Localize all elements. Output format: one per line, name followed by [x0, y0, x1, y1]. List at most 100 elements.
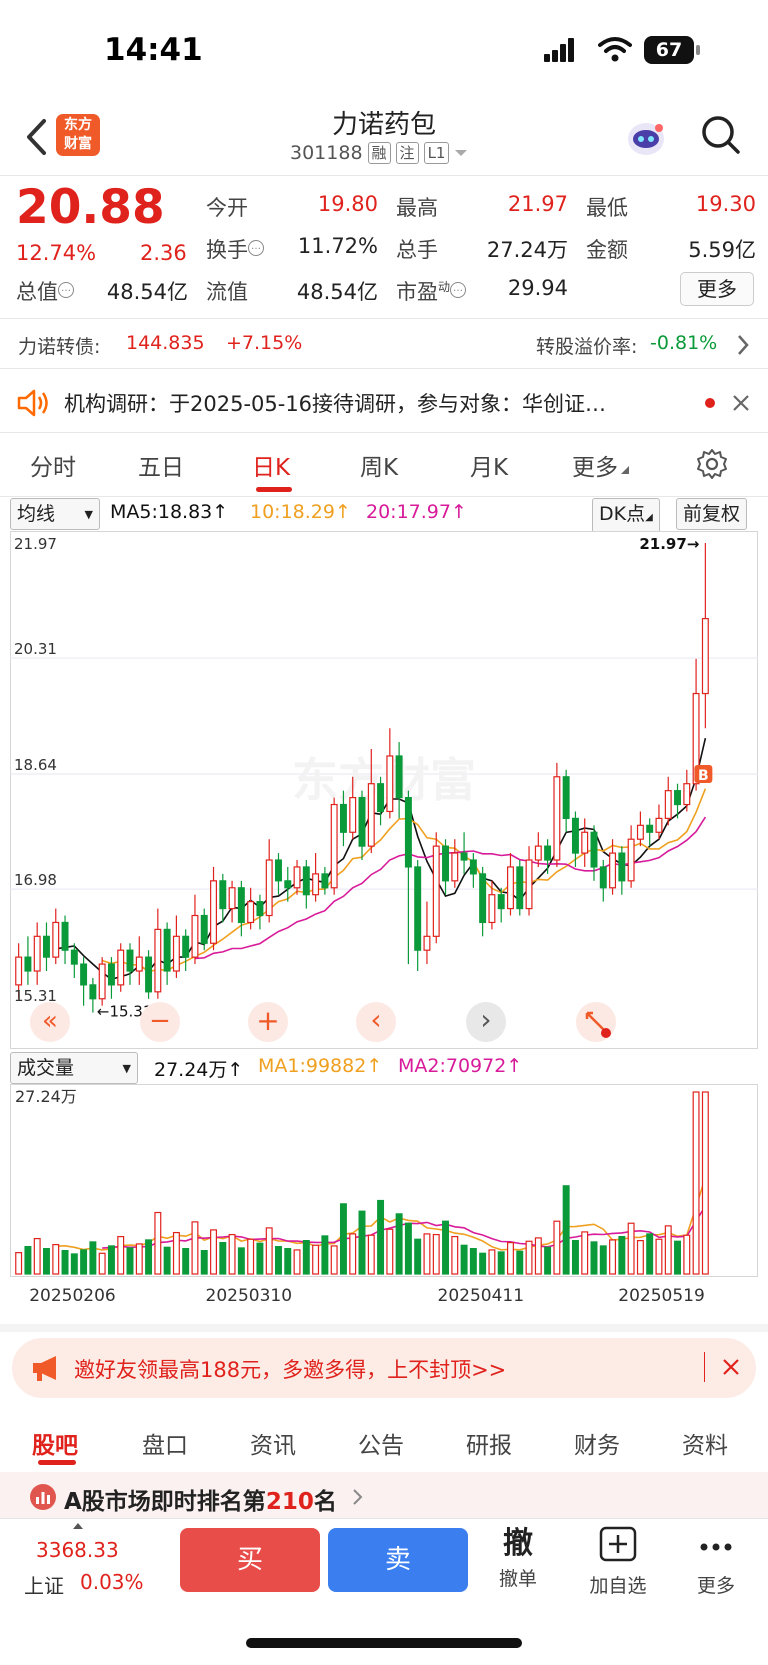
float-cap-value: 48.54亿 [296, 280, 378, 304]
volume-chart[interactable]: 27.24万 20250206 20250310 20250411 20250519 [10, 1084, 758, 1324]
battery-level: 67 [655, 39, 683, 61]
candle-down [61, 921, 69, 951]
candle-down [70, 949, 78, 965]
candle-up [581, 831, 589, 854]
fullscreen-icon[interactable] [576, 1002, 616, 1042]
cellular-signal-icon [544, 38, 574, 62]
adjust-button[interactable]: 前复权 [676, 498, 748, 530]
candle-down [395, 755, 403, 799]
volume-bar-down [302, 1239, 310, 1275]
candle-up [507, 866, 514, 910]
tab-pankou[interactable]: 盘口 [142, 1426, 188, 1460]
candle [117, 943, 125, 992]
turnover-label[interactable]: 换手… [206, 234, 264, 264]
tab-more[interactable]: 更多 [572, 448, 630, 482]
tab-weekly-k[interactable]: 周K [360, 448, 398, 482]
close-icon[interactable] [722, 1358, 740, 1376]
market-cap-label[interactable]: 总值… [16, 276, 74, 306]
candle-up [488, 894, 496, 924]
notice-row[interactable]: 机构调研：于2025-05-16接待调研，参与对象：华创证… [0, 374, 768, 432]
cancel-order-button[interactable]: 撤 撤单 [488, 1524, 548, 1591]
tab-monthly-k[interactable]: 月K [470, 448, 508, 482]
gear-icon[interactable] [696, 448, 728, 480]
indicator-select[interactable]: 均线 ▼ [10, 498, 100, 530]
volume-bar-down [145, 1239, 153, 1275]
high-value: 21.97 [507, 192, 568, 216]
volume-bar-down [590, 1241, 598, 1275]
tab-finance[interactable]: 财务 [574, 1426, 620, 1460]
low-value: 19.30 [695, 192, 756, 216]
tab-five-day[interactable]: 五日 [138, 448, 184, 482]
index-change: 0.03% [80, 1570, 144, 1594]
zoom-in-button[interactable]: + [248, 1002, 288, 1042]
search-icon[interactable] [700, 114, 742, 156]
volume-bar-down [377, 1199, 385, 1275]
scroll-to-start-button[interactable]: « [30, 1002, 70, 1042]
candle-up [701, 618, 709, 695]
chart-tabs: 分时 五日 日K 周K 月K 更多 [0, 434, 768, 496]
sell-button[interactable]: 卖 [328, 1528, 468, 1592]
open-value: 19.80 [317, 192, 378, 216]
zoom-out-button[interactable]: − [140, 1002, 180, 1042]
candle-up [423, 935, 431, 951]
convertible-divider [0, 368, 768, 369]
convertible-change: +7.15% [226, 332, 303, 354]
candle-down [377, 783, 385, 813]
candle-up [609, 852, 617, 889]
candle-up [636, 824, 644, 840]
quote-more-button[interactable]: 更多 [680, 272, 754, 306]
promo-separator [704, 1352, 705, 1382]
kline-chart[interactable]: 东方财富 21.9720.3118.6416.9815.3121.97→←15.… [10, 531, 758, 1049]
add-watchlist-button[interactable]: 加自选 [578, 1526, 658, 1598]
volume-bar-up [451, 1235, 459, 1275]
tab-more-label: 更多 [572, 455, 618, 481]
candle [145, 950, 153, 999]
buy-button[interactable]: 买 [180, 1528, 320, 1592]
change-amount: 2.36 [140, 241, 187, 265]
dk-point-button[interactable]: DK点◢ [592, 498, 660, 534]
volume-indicator-label: 成交量 [17, 1057, 75, 1079]
tab-news[interactable]: 资讯 [250, 1426, 296, 1460]
candle-up [228, 887, 236, 910]
ma20-value: 20:17.97↑ [366, 501, 467, 523]
chevron-right-icon [353, 1489, 363, 1505]
volume-bar-down [460, 1244, 468, 1275]
volume-bar-up [191, 1221, 199, 1275]
ranking-prefix: A股市场即时排名第 [64, 1489, 266, 1515]
stock-code-row[interactable]: 301188 融 注 L1 [290, 142, 468, 164]
dropdown-caret-icon [455, 150, 468, 156]
robot-assistant-icon[interactable] [624, 116, 668, 160]
pe-label[interactable]: 市盈动… [396, 276, 467, 306]
candle-down [590, 831, 598, 868]
close-icon[interactable] [732, 394, 750, 412]
convertible-row[interactable]: 力诺转债: 144.835 +7.15% 转股溢价率: -0.81% [0, 318, 768, 368]
tab-profile[interactable]: 资料 [682, 1426, 728, 1460]
ranking-row[interactable]: A股市场即时排名第210名 [0, 1472, 768, 1518]
footer-more-button[interactable]: 更多 [686, 1532, 746, 1598]
volume-bar-down [256, 1242, 264, 1275]
volume-bar-up [432, 1233, 440, 1275]
promo-banner[interactable]: 邀好友领最高188元，多邀多得，上不封顶>> [12, 1338, 756, 1398]
volume-indicator-select[interactable]: 成交量 ▼ [10, 1052, 138, 1084]
content-tabs: 股吧 盘口 资讯 公告 研报 财务 资料 [0, 1406, 768, 1466]
candle-up [386, 755, 394, 813]
candle-down [469, 859, 477, 875]
section-gap [0, 1324, 768, 1332]
index-value[interactable]: 3368.33 [36, 1538, 119, 1562]
scroll-right-button[interactable]: › [466, 1002, 506, 1042]
tab-intraday[interactable]: 分时 [30, 448, 76, 482]
candle-up [534, 845, 542, 861]
volume-bar-down [89, 1241, 97, 1275]
change-percent: 12.74% [16, 241, 97, 265]
header-divider [0, 175, 768, 176]
open-label: 今开 [206, 196, 248, 220]
tab-announcements[interactable]: 公告 [358, 1426, 404, 1460]
tab-guba[interactable]: 股吧 [32, 1426, 78, 1460]
tab-daily-k[interactable]: 日K [252, 448, 290, 482]
scroll-left-button[interactable]: ‹ [356, 1002, 396, 1042]
corner-caret-icon: ◢ [645, 512, 653, 523]
rank-chart-icon [30, 1484, 56, 1510]
volume-bar-down [674, 1240, 681, 1275]
tab-research[interactable]: 研报 [466, 1426, 512, 1460]
volume-bar-down [275, 1246, 282, 1275]
